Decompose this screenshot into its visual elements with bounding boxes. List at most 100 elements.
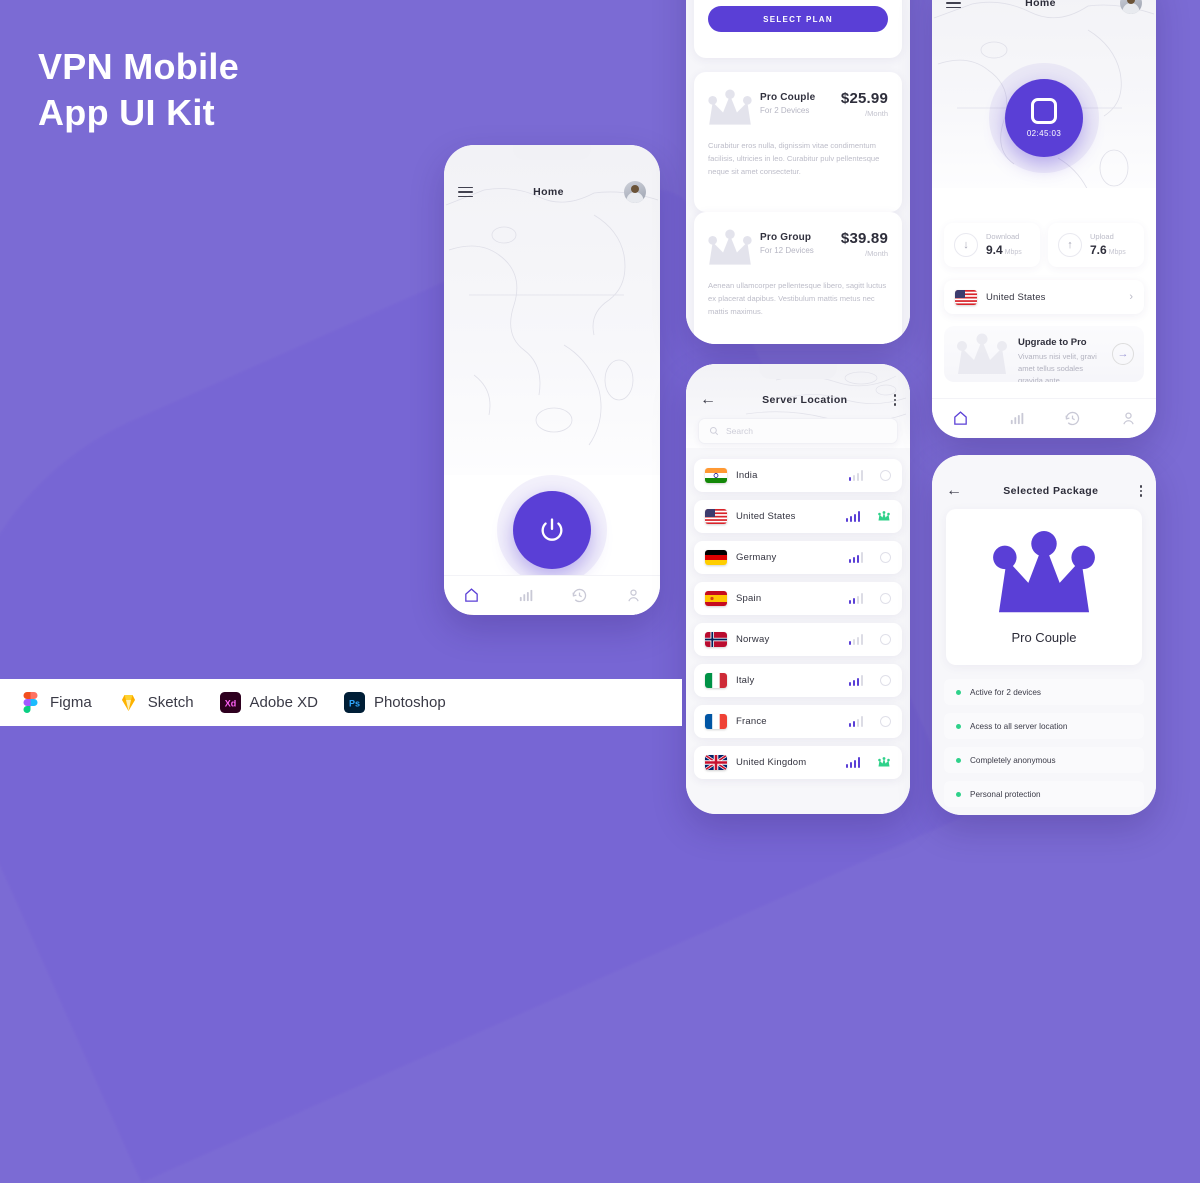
list-item[interactable]: Norway xyxy=(694,623,902,656)
crown-icon xyxy=(957,333,1007,374)
signal-bars xyxy=(848,593,863,604)
power-button[interactable] xyxy=(513,491,591,569)
page-title: Home xyxy=(533,186,564,198)
crown-icon xyxy=(708,229,752,265)
phone-selected-package: ← Selected Package Pro Couple Active for… xyxy=(932,455,1156,815)
session-timer: 02:45:03 xyxy=(1026,129,1062,138)
plan-period: /Month xyxy=(865,249,888,258)
plan-period: /Month xyxy=(865,109,888,118)
phone-connected: Home 02:45:03 ↓ Download 9.4 Mbps ↑ Uploa… xyxy=(932,0,1156,438)
select-radio[interactable] xyxy=(880,593,891,604)
page-title: Selected Package xyxy=(1003,485,1099,497)
flag-no-icon xyxy=(705,632,727,647)
headline-line-1: VPN Mobile xyxy=(38,46,240,87)
phone-notch xyxy=(759,364,837,379)
plan-card-pro-group: Pro Group For 12 Devices $39.89 /Month A… xyxy=(694,212,902,344)
phone-pricing: and ultricies, pretium velit sit. SELECT… xyxy=(686,0,910,344)
profile-icon[interactable] xyxy=(1120,410,1137,427)
flag-in-icon xyxy=(705,468,727,483)
feature-item: Completely anonymous xyxy=(944,747,1144,773)
home-icon[interactable] xyxy=(463,587,480,604)
country-name: United States xyxy=(736,511,796,522)
feature-label: Active for 2 devices xyxy=(970,687,1041,697)
select-radio[interactable] xyxy=(880,470,891,481)
signal-bars xyxy=(845,511,860,522)
hamburger-icon[interactable] xyxy=(946,0,961,9)
photoshop-icon: Ps xyxy=(343,692,365,713)
chevron-right-icon: › xyxy=(1129,291,1133,303)
list-item[interactable]: France xyxy=(694,705,902,738)
home-screen: Home United States xyxy=(444,145,660,615)
profile-icon[interactable] xyxy=(625,587,642,604)
search-input[interactable]: Search xyxy=(698,418,898,444)
list-item[interactable]: Spain xyxy=(694,582,902,615)
select-radio[interactable] xyxy=(880,675,891,686)
arrow-up-icon: ↑ xyxy=(1058,233,1082,257)
avatar[interactable] xyxy=(1120,0,1142,14)
hamburger-icon[interactable] xyxy=(458,186,473,198)
upgrade-card[interactable]: Upgrade to Pro Vivamus nisi velit, gravi… xyxy=(944,326,1144,382)
download-unit: Mbps xyxy=(1004,248,1022,256)
svg-text:Ps: Ps xyxy=(349,699,360,709)
crown-icon xyxy=(993,530,1095,612)
list-item[interactable]: India xyxy=(694,459,902,492)
flag-de-icon xyxy=(705,550,727,565)
tool-sketch[interactable]: Sketch xyxy=(118,692,194,713)
figma-icon xyxy=(20,692,41,713)
list-item[interactable]: Italy xyxy=(694,664,902,697)
tool-adobe-xd[interactable]: Xd Adobe XD xyxy=(219,692,318,713)
upload-stat-card: ↑ Upload 7.6 Mbps xyxy=(1048,223,1144,267)
upgrade-title: Upgrade to Pro xyxy=(1018,337,1087,348)
back-arrow-icon[interactable]: ← xyxy=(946,483,962,499)
list-item[interactable]: United Kingdom xyxy=(694,746,902,779)
tool-photoshop[interactable]: Ps Photoshop xyxy=(343,692,446,713)
plan-description: Aenean ullamcorper pellentesque libero, … xyxy=(708,281,887,316)
avatar[interactable] xyxy=(624,181,646,203)
arrow-down-icon: ↓ xyxy=(954,233,978,257)
stop-button[interactable]: 02:45:03 xyxy=(1005,79,1083,157)
country-name: Italy xyxy=(736,675,755,686)
select-radio[interactable] xyxy=(880,716,891,727)
country-name: France xyxy=(736,716,767,727)
plan-description: Curabitur eros nulla, dignissim vitae co… xyxy=(708,141,880,176)
feature-item: Personal protection xyxy=(944,781,1144,807)
back-arrow-icon[interactable]: ← xyxy=(700,392,716,408)
history-icon[interactable] xyxy=(1064,410,1081,427)
server-appbar: ← Server Location xyxy=(686,388,910,412)
crown-icon xyxy=(708,89,752,125)
bullet-icon xyxy=(956,723,961,729)
plan-devices: For 12 Devices xyxy=(760,246,814,255)
sketch-icon xyxy=(118,692,139,713)
tool-label: Adobe XD xyxy=(249,694,318,711)
plan-price: $39.89 xyxy=(840,230,888,247)
kebab-menu-icon[interactable] xyxy=(893,394,896,406)
home-icon[interactable] xyxy=(952,410,969,427)
phone-home: Home United States xyxy=(444,145,660,615)
stats-icon[interactable] xyxy=(517,587,534,604)
arrow-right-icon[interactable]: → xyxy=(1112,343,1134,365)
plan-card-partial: and ultricies, pretium velit sit. SELECT… xyxy=(694,0,902,58)
search-icon xyxy=(709,426,719,436)
bottom-nav xyxy=(444,575,660,615)
power-icon xyxy=(541,518,563,541)
plan-name: Pro Couple xyxy=(760,92,816,103)
country-name: United Kingdom xyxy=(736,757,807,768)
select-radio[interactable] xyxy=(880,552,891,563)
history-icon[interactable] xyxy=(571,587,588,604)
signal-bars xyxy=(848,552,863,563)
country-name: Spain xyxy=(736,593,762,604)
list-item[interactable]: Germany xyxy=(694,541,902,574)
tool-label: Photoshop xyxy=(373,694,446,711)
page-title: Home xyxy=(1025,0,1056,9)
tool-figma[interactable]: Figma xyxy=(20,692,92,713)
connected-screen: Home 02:45:03 ↓ Download 9.4 Mbps ↑ Uploa… xyxy=(932,0,1156,438)
download-stat-card: ↓ Download 9.4 Mbps xyxy=(944,223,1040,267)
select-plan-button[interactable]: SELECT PLAN xyxy=(708,6,888,32)
stats-icon[interactable] xyxy=(1008,410,1025,427)
kebab-menu-icon[interactable] xyxy=(1139,485,1142,497)
list-item[interactable]: United States xyxy=(694,500,902,533)
select-radio[interactable] xyxy=(880,634,891,645)
country-card[interactable]: United States › xyxy=(944,280,1144,314)
signal-bars xyxy=(845,757,860,768)
tool-label: Figma xyxy=(50,694,92,711)
